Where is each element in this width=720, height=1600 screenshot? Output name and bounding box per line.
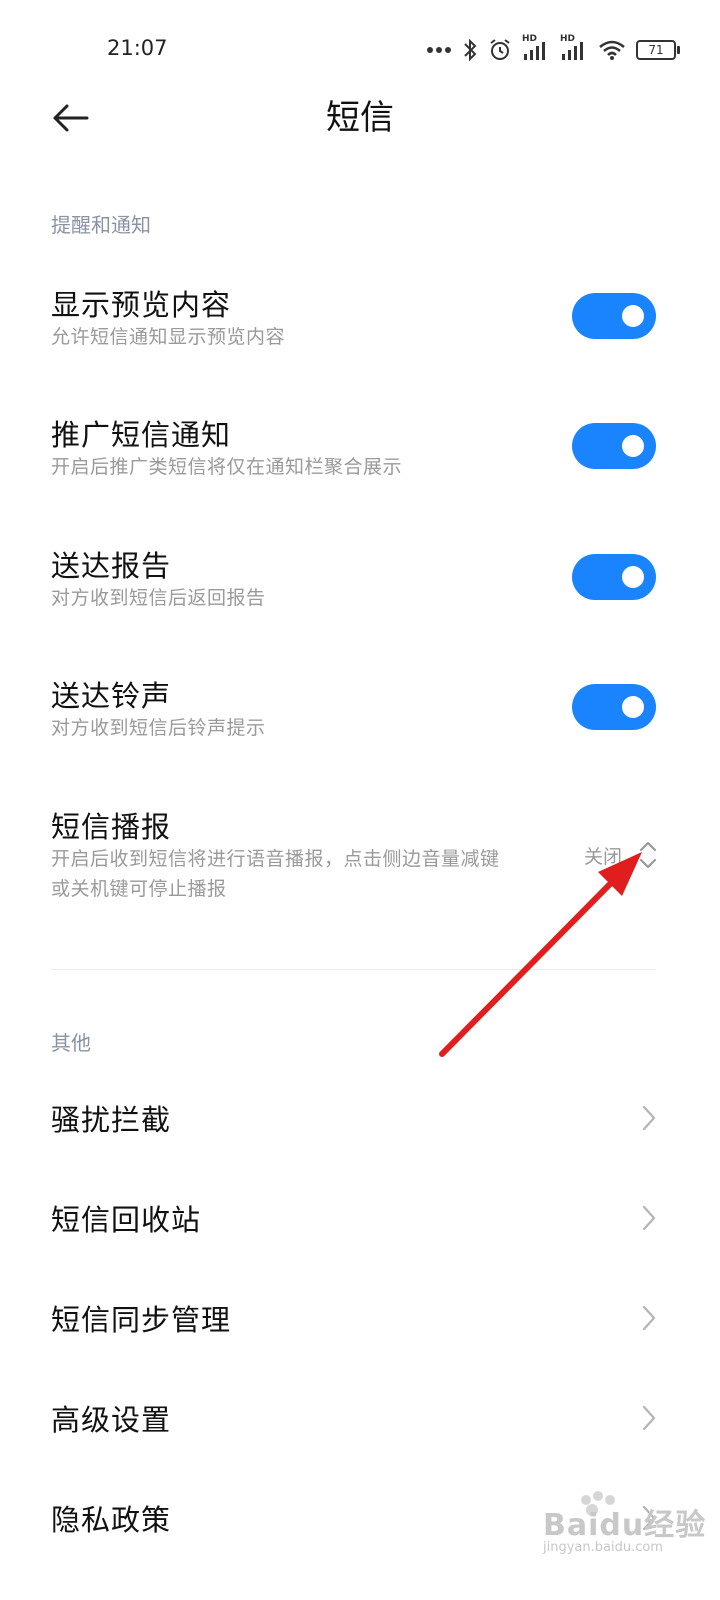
setting-title: 显示预览内容 [51, 288, 232, 322]
signal-1: HD [522, 34, 550, 62]
setting-title: 送达报告 [51, 549, 172, 583]
setting-title: 推广短信通知 [51, 418, 232, 452]
chevron-right-icon [642, 1305, 656, 1331]
alarm-icon [490, 39, 510, 60]
promo-notification-toggle[interactable] [572, 423, 656, 469]
setting-sms-broadcast[interactable]: 短信播报 开启后收到短信将进行语音播报，点击侧边音量减键 或关机键可停止播报 关… [0, 792, 720, 932]
nav-item-label: 骚扰拦截 [51, 1103, 172, 1137]
nav-item-label: 短信回收站 [51, 1203, 202, 1237]
wifi-icon [599, 40, 625, 60]
watermark-sub: jingyan.baidu.com [543, 1540, 663, 1555]
nav-item-sync-management[interactable]: 短信同步管理 [0, 1273, 720, 1363]
nav-item-recycle-bin[interactable]: 短信回收站 [0, 1173, 720, 1263]
more-dots-icon [427, 47, 451, 53]
nav-item-label: 隐私政策 [51, 1503, 172, 1537]
setting-subtitle: 对方收到短信后铃声提示 [51, 717, 266, 739]
broadcast-value[interactable]: 关闭 [584, 842, 622, 869]
section-title-reminders: 提醒和通知 [51, 213, 151, 237]
setting-subtitle: 开启后推广类短信将仅在通知栏聚合展示 [51, 456, 403, 478]
show-preview-toggle[interactable] [572, 293, 656, 339]
chevron-right-icon [642, 1105, 656, 1131]
delivery-report-toggle[interactable] [572, 554, 656, 600]
signal-2: HD [560, 34, 588, 62]
setting-title: 送达铃声 [51, 679, 172, 713]
setting-subtitle-line2: 或关机键可停止播报 [51, 878, 227, 900]
setting-promo-notification[interactable]: 推广短信通知 开启后推广类短信将仅在通知栏聚合展示 [0, 400, 720, 510]
status-icons: HD HD 71 [426, 34, 680, 64]
nav-item-label: 短信同步管理 [51, 1303, 232, 1337]
setting-subtitle-line1: 开启后收到短信将进行语音播报，点击侧边音量减键 [51, 848, 500, 870]
setting-show-preview[interactable]: 显示预览内容 允许短信通知显示预览内容 [0, 270, 720, 380]
nav-item-advanced-settings[interactable]: 高级设置 [0, 1373, 720, 1463]
divider [51, 969, 656, 970]
cell-signal-icon [562, 42, 583, 60]
delivery-ringtone-toggle[interactable] [572, 684, 656, 730]
section-title-other: 其他 [51, 1031, 91, 1055]
battery-level: 71 [648, 43, 664, 57]
nav-item-harassment-block[interactable]: 骚扰拦截 [0, 1073, 720, 1163]
chevron-right-icon [642, 1205, 656, 1231]
page-title: 短信 [326, 98, 394, 138]
chevron-right-icon [642, 1405, 656, 1431]
setting-delivery-ringtone[interactable]: 送达铃声 对方收到短信后铃声提示 [0, 661, 720, 771]
status-bar: 21:07 HD HD 71 [0, 0, 720, 100]
toggle-knob [622, 305, 644, 327]
setting-subtitle: 允许短信通知显示预览内容 [51, 326, 286, 348]
watermark-text: Baidu经验 [543, 1508, 707, 1543]
nav-item-label: 高级设置 [51, 1403, 172, 1437]
bluetooth-icon [464, 38, 477, 62]
setting-delivery-report[interactable]: 送达报告 对方收到短信后返回报告 [0, 531, 720, 641]
toggle-knob [622, 696, 644, 718]
toggle-knob [622, 566, 644, 588]
battery-icon: 71 [636, 40, 680, 60]
cell-signal-icon [524, 42, 545, 60]
toggle-knob [622, 435, 644, 457]
status-time: 21:07 [107, 36, 168, 60]
setting-title: 短信播报 [51, 810, 172, 844]
chevron-updown-icon[interactable] [636, 838, 660, 872]
setting-subtitle: 对方收到短信后返回报告 [51, 587, 266, 609]
